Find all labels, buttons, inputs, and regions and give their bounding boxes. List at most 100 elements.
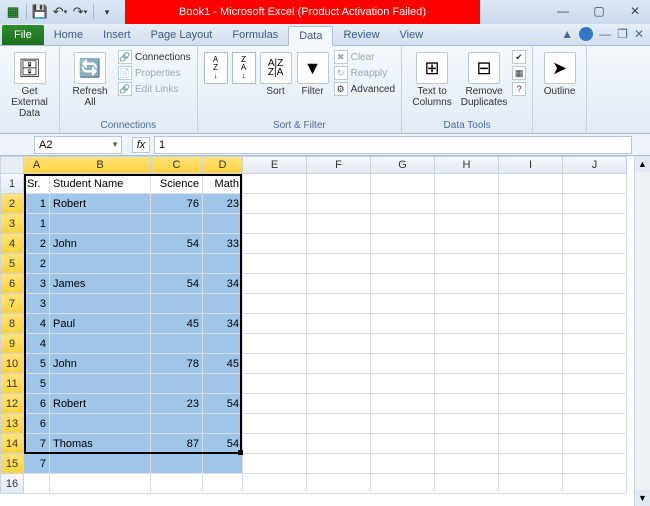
vertical-scrollbar[interactable]: ▲ ▼ — [634, 156, 650, 506]
cell-I7[interactable] — [499, 294, 563, 314]
col-head-E[interactable]: E — [243, 156, 307, 174]
cell-J11[interactable] — [563, 374, 627, 394]
cell-B14[interactable]: Thomas — [50, 434, 151, 454]
tab-formulas[interactable]: Formulas — [222, 25, 288, 45]
cell-D12[interactable]: 54 — [203, 394, 243, 414]
cell-E1[interactable] — [243, 174, 307, 194]
cell-D14[interactable]: 54 — [203, 434, 243, 454]
maximize-button[interactable]: ▢ — [588, 2, 610, 20]
cell-J8[interactable] — [563, 314, 627, 334]
cell-J16[interactable] — [563, 474, 627, 494]
cell-E9[interactable] — [243, 334, 307, 354]
cell-B9[interactable] — [50, 334, 151, 354]
cell-G3[interactable] — [371, 214, 435, 234]
row-head-13[interactable]: 13 — [0, 414, 24, 434]
fx-icon[interactable]: fx — [132, 137, 150, 153]
cell-I8[interactable] — [499, 314, 563, 334]
cell-F12[interactable] — [307, 394, 371, 414]
text-to-columns-button[interactable]: ⊞ Text to Columns — [408, 48, 456, 108]
cell-J12[interactable] — [563, 394, 627, 414]
col-head-D[interactable]: D — [203, 156, 243, 174]
col-head-H[interactable]: H — [435, 156, 499, 174]
cell-F5[interactable] — [307, 254, 371, 274]
cell-C10[interactable]: 78 — [151, 354, 203, 374]
cell-F14[interactable] — [307, 434, 371, 454]
cell-F3[interactable] — [307, 214, 371, 234]
cell-I11[interactable] — [499, 374, 563, 394]
tab-view[interactable]: View — [390, 25, 434, 45]
cell-F2[interactable] — [307, 194, 371, 214]
cell-E16[interactable] — [243, 474, 307, 494]
cell-G4[interactable] — [371, 234, 435, 254]
cell-G12[interactable] — [371, 394, 435, 414]
cell-B16[interactable] — [50, 474, 151, 494]
cell-J13[interactable] — [563, 414, 627, 434]
cell-J3[interactable] — [563, 214, 627, 234]
cell-E11[interactable] — [243, 374, 307, 394]
cell-D4[interactable]: 33 — [203, 234, 243, 254]
col-head-J[interactable]: J — [563, 156, 627, 174]
refresh-all-button[interactable]: 🔄 Refresh All — [66, 48, 114, 108]
connections-button[interactable]: 🔗Connections — [118, 50, 191, 64]
cell-C13[interactable] — [151, 414, 203, 434]
cell-I13[interactable] — [499, 414, 563, 434]
cell-E4[interactable] — [243, 234, 307, 254]
cell-D11[interactable] — [203, 374, 243, 394]
cell-B6[interactable]: James — [50, 274, 151, 294]
cell-B1[interactable]: Student Name — [50, 174, 151, 194]
cell-H2[interactable] — [435, 194, 499, 214]
cell-B11[interactable] — [50, 374, 151, 394]
cell-B13[interactable] — [50, 414, 151, 434]
cell-D5[interactable] — [203, 254, 243, 274]
cell-H7[interactable] — [435, 294, 499, 314]
cell-H3[interactable] — [435, 214, 499, 234]
col-head-I[interactable]: I — [499, 156, 563, 174]
cell-B4[interactable]: John — [50, 234, 151, 254]
cell-G15[interactable] — [371, 454, 435, 474]
cell-I10[interactable] — [499, 354, 563, 374]
cell-G13[interactable] — [371, 414, 435, 434]
cell-G5[interactable] — [371, 254, 435, 274]
row-head-15[interactable]: 15 — [0, 454, 24, 474]
cell-H11[interactable] — [435, 374, 499, 394]
cell-F9[interactable] — [307, 334, 371, 354]
cell-G16[interactable] — [371, 474, 435, 494]
tab-page-layout[interactable]: Page Layout — [141, 25, 223, 45]
cell-I5[interactable] — [499, 254, 563, 274]
cell-D15[interactable] — [203, 454, 243, 474]
whatif-button[interactable]: ? — [512, 82, 526, 96]
qat-customize-icon[interactable]: ▾ — [98, 3, 116, 21]
minimize-button[interactable]: ― — [552, 2, 574, 20]
cell-C12[interactable]: 23 — [151, 394, 203, 414]
cell-I14[interactable] — [499, 434, 563, 454]
cell-A7[interactable]: 3 — [24, 294, 50, 314]
cell-J4[interactable] — [563, 234, 627, 254]
cell-I1[interactable] — [499, 174, 563, 194]
row-head-12[interactable]: 12 — [0, 394, 24, 414]
col-head-C[interactable]: C — [151, 156, 203, 174]
scroll-down-icon[interactable]: ▼ — [635, 490, 650, 506]
cell-H10[interactable] — [435, 354, 499, 374]
cell-E3[interactable] — [243, 214, 307, 234]
cell-A8[interactable]: 4 — [24, 314, 50, 334]
cell-J2[interactable] — [563, 194, 627, 214]
cell-A6[interactable]: 3 — [24, 274, 50, 294]
cell-B8[interactable]: Paul — [50, 314, 151, 334]
row-head-6[interactable]: 6 — [0, 274, 24, 294]
cell-A14[interactable]: 7 — [24, 434, 50, 454]
cell-A1[interactable]: Sr. — [24, 174, 50, 194]
cell-F7[interactable] — [307, 294, 371, 314]
formula-input[interactable]: 1 — [154, 136, 632, 154]
cell-F1[interactable] — [307, 174, 371, 194]
cell-J6[interactable] — [563, 274, 627, 294]
cell-A3[interactable]: 1 — [24, 214, 50, 234]
cell-C9[interactable] — [151, 334, 203, 354]
scroll-up-icon[interactable]: ▲ — [635, 156, 650, 172]
cell-G10[interactable] — [371, 354, 435, 374]
cell-C8[interactable]: 45 — [151, 314, 203, 334]
cell-F10[interactable] — [307, 354, 371, 374]
advanced-button[interactable]: ⚙Advanced — [334, 82, 395, 96]
cell-G8[interactable] — [371, 314, 435, 334]
cell-D1[interactable]: Math — [203, 174, 243, 194]
col-head-A[interactable]: A — [24, 156, 50, 174]
